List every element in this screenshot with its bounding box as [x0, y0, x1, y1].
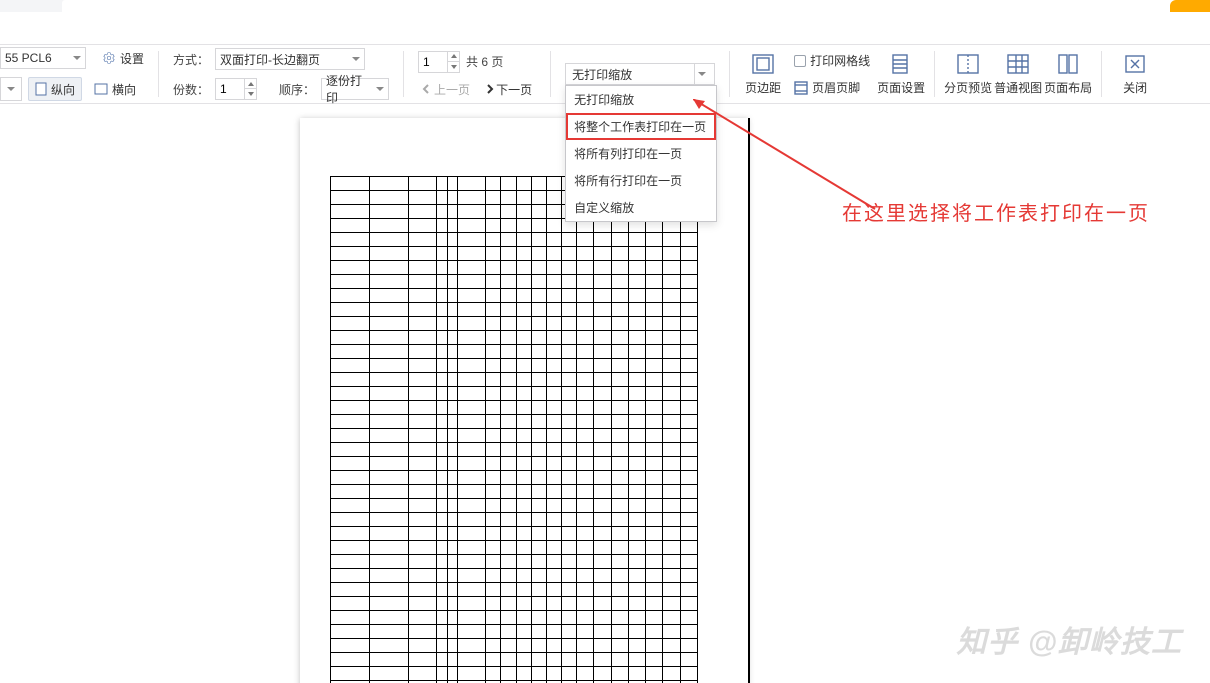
landscape-label: 横向 — [112, 81, 136, 98]
page-break-icon — [956, 53, 980, 75]
copies-down[interactable] — [244, 89, 256, 99]
annotation-text: 在这里选择将工作表打印在一页 — [842, 197, 1150, 226]
orientation-portrait-button[interactable]: 纵向 — [28, 77, 82, 101]
copies-input[interactable] — [216, 82, 244, 96]
page-number-input[interactable] — [419, 55, 447, 69]
page-setup-button[interactable]: 页面设置 — [876, 49, 926, 99]
normal-view-icon — [1006, 53, 1030, 75]
chevron-down-icon — [7, 87, 15, 91]
printer-settings-button[interactable]: 设置 — [102, 50, 144, 67]
zoom-dropdown-list: 无打印缩放 将整个工作表打印在一页 将所有列打印在一页 将所有行打印在一页 自定… — [565, 85, 717, 222]
triangle-up-icon — [451, 54, 457, 58]
header-footer-button[interactable]: 页眉页脚 — [794, 79, 870, 96]
page-setup-label: 页面设置 — [877, 79, 925, 96]
order-label: 顺序： — [279, 81, 315, 98]
copies-stepper[interactable] — [215, 78, 257, 100]
prev-label: 上一页 — [434, 81, 470, 98]
chevron-left-icon — [422, 84, 432, 94]
orientation-landscape-button[interactable]: 横向 — [88, 77, 142, 101]
zoom-option-fit-rows[interactable]: 将所有行打印在一页 — [566, 167, 716, 194]
collate-button[interactable] — [0, 77, 22, 101]
zoom-current: 无打印缩放 — [572, 66, 632, 83]
close-icon — [1123, 53, 1147, 75]
next-label: 下一页 — [496, 81, 532, 98]
page-layout-label: 页面布局 — [1044, 79, 1092, 96]
separator — [158, 51, 159, 97]
separator — [934, 51, 935, 97]
close-label: 关闭 — [1123, 79, 1147, 96]
normal-view-label: 普通视图 — [994, 79, 1042, 96]
zoom-dropdown-toggle[interactable] — [694, 64, 708, 84]
page-down[interactable] — [447, 62, 459, 72]
normal-view-button[interactable]: 普通视图 — [993, 49, 1043, 99]
page-up[interactable] — [447, 52, 459, 62]
zoom-option-fit-columns[interactable]: 将所有列打印在一页 — [566, 140, 716, 167]
printer-select[interactable]: 55 PCL6 — [0, 47, 86, 69]
chevron-right-icon — [484, 84, 494, 94]
printer-name: 55 PCL6 — [5, 51, 52, 65]
header-footer-icon — [794, 81, 808, 95]
separator — [550, 51, 551, 97]
window-tab-strip — [0, 0, 1210, 12]
preview-grid — [330, 176, 698, 683]
print-gridlines-checkbox[interactable]: 打印网格线 — [794, 52, 870, 69]
print-mode-select[interactable]: 双面打印-长边翻页 — [215, 48, 365, 70]
total-pages: 共 6 页 — [466, 53, 503, 70]
page-landscape-icon — [94, 83, 108, 95]
header-footer-label: 页眉页脚 — [812, 79, 860, 96]
zoom-scale-select[interactable]: 无打印缩放 — [565, 63, 715, 85]
settings-label: 设置 — [120, 50, 144, 67]
page-break-label: 分页预览 — [944, 79, 992, 96]
margin-icon — [751, 53, 775, 75]
gear-icon — [102, 51, 116, 65]
page-portrait-icon — [35, 82, 47, 96]
page-layout-icon — [1056, 53, 1080, 75]
page-margin-button[interactable]: 页边距 — [738, 49, 788, 99]
chevron-down-icon — [73, 56, 81, 60]
print-order-select[interactable]: 逐份打印 — [321, 78, 389, 100]
page-break-preview-button[interactable]: 分页预览 — [943, 49, 993, 99]
page-number-stepper[interactable] — [418, 51, 460, 73]
separator — [729, 51, 730, 97]
triangle-up-icon — [248, 82, 254, 86]
copies-label: 份数： — [173, 81, 209, 98]
triangle-down-icon — [451, 65, 457, 69]
order-value: 逐份打印 — [326, 72, 370, 106]
page-edge — [748, 118, 750, 683]
chevron-down-icon — [698, 72, 706, 76]
chevron-down-icon — [376, 87, 384, 91]
gridlines-label: 打印网格线 — [810, 52, 870, 69]
print-toolbar: 55 PCL6 设置 纵向 横向 方式： — [0, 44, 1210, 104]
triangle-down-icon — [248, 92, 254, 96]
document-tab-bg — [62, 0, 1210, 12]
separator — [403, 51, 404, 97]
portrait-label: 纵向 — [51, 81, 75, 98]
close-button[interactable]: 关闭 — [1110, 49, 1160, 99]
page-setup-icon — [889, 53, 913, 75]
chevron-down-icon — [352, 57, 360, 61]
mode-value: 双面打印-长边翻页 — [220, 51, 320, 68]
page-layout-button[interactable]: 页面布局 — [1043, 49, 1093, 99]
zoom-option-none[interactable]: 无打印缩放 — [566, 86, 716, 113]
prev-page-button[interactable]: 上一页 — [418, 81, 474, 98]
checkbox-icon — [794, 55, 806, 67]
next-page-button[interactable]: 下一页 — [480, 81, 536, 98]
separator — [1101, 51, 1102, 97]
copies-up[interactable] — [244, 79, 256, 89]
zoom-option-fit-sheet[interactable]: 将整个工作表打印在一页 — [566, 113, 716, 140]
zoom-option-custom[interactable]: 自定义缩放 — [566, 194, 716, 221]
margin-label: 页边距 — [745, 79, 781, 96]
mode-label: 方式： — [173, 51, 209, 68]
